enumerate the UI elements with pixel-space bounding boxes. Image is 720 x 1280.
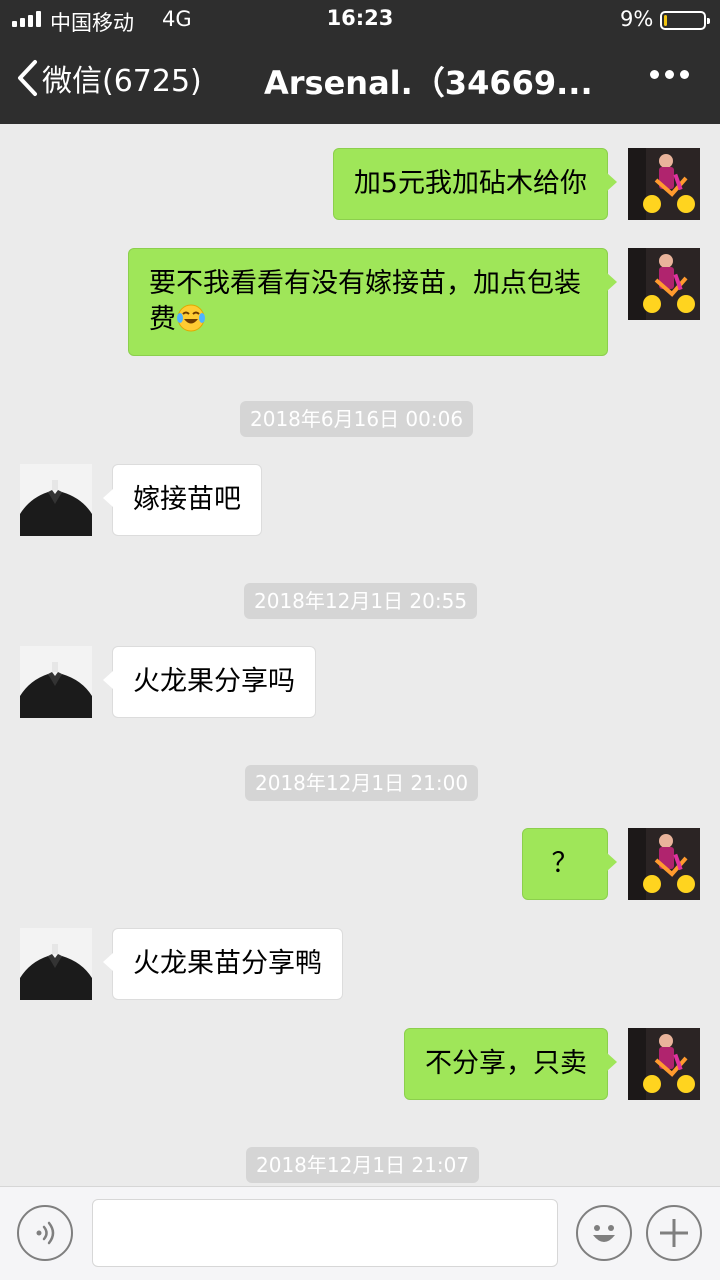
message-bubble-me[interactable]: ？ — [522, 828, 617, 900]
timestamp: 2018年12月1日 21:00 — [245, 765, 479, 801]
emoji-icon[interactable] — [576, 1205, 632, 1261]
battery-percent: 9% — [620, 7, 654, 31]
message-text: 加5元我加砧木给你 — [353, 168, 587, 199]
message-input[interactable] — [92, 1199, 558, 1267]
status-time: 16:23 — [326, 6, 394, 30]
message-bubble-friend[interactable]: 火龙果苗分享鸭 — [103, 928, 343, 1000]
my-avatar[interactable] — [628, 148, 700, 220]
timestamp: 2018年12月1日 20:55 — [244, 583, 478, 619]
chat-title: Arsenal.（34669... — [264, 64, 593, 102]
message-text: 嫁接苗吧 — [133, 484, 241, 515]
message-bubble-me[interactable]: 不分享，只卖 — [404, 1028, 617, 1100]
message-bubble-friend[interactable]: 火龙果分享吗 — [103, 646, 316, 718]
input-bar — [0, 1186, 720, 1280]
status-bar: 中国移动 4G 16:23 9% — [0, 0, 720, 40]
friend-avatar[interactable] — [20, 464, 92, 536]
battery-fill — [664, 15, 667, 26]
message-text: 要不我看看有没有嫁接苗，加点包装费 — [149, 268, 581, 335]
top-bar: 中国移动 4G 16:23 9% 微信(6725) Arsenal.（34669… — [0, 0, 720, 124]
friend-avatar[interactable] — [20, 646, 92, 718]
more-dots-icon[interactable] — [650, 70, 689, 79]
timestamp: 2018年6月16日 00:06 — [240, 401, 474, 437]
message-bubble-friend[interactable]: 嫁接苗吧 — [103, 464, 262, 536]
message-text: 火龙果苗分享鸭 — [133, 948, 322, 979]
my-avatar[interactable] — [628, 248, 700, 320]
back-label: 微信(6725) — [42, 64, 202, 99]
message-text: 火龙果分享吗 — [133, 666, 295, 697]
nav-bar: 微信(6725) Arsenal.（34669... — [0, 40, 720, 124]
message-bubble-me[interactable]: 要不我看看有没有嫁接苗，加点包装费 — [128, 248, 617, 356]
laughing-crying-emoji-icon — [176, 303, 206, 333]
friend-avatar[interactable] — [20, 928, 92, 1000]
back-button[interactable]: 微信(6725) — [16, 56, 202, 100]
voice-icon[interactable] — [17, 1205, 73, 1261]
chat-area[interactable]: 加5元我加砧木给你 要不我看看有没有嫁接苗，加点包装费 2018年6月16日 0… — [0, 124, 720, 1186]
plus-icon[interactable] — [646, 1205, 702, 1261]
message-text: ？ — [551, 848, 579, 879]
chevron-left-icon — [18, 60, 37, 96]
my-avatar[interactable] — [628, 828, 700, 900]
message-text: 不分享，只卖 — [425, 1048, 587, 1079]
message-bubble-me[interactable]: 加5元我加砧木给你 — [332, 148, 618, 220]
timestamp: 2018年12月1日 21:07 — [246, 1147, 480, 1183]
my-avatar[interactable] — [628, 1028, 700, 1100]
battery-icon — [660, 11, 710, 30]
